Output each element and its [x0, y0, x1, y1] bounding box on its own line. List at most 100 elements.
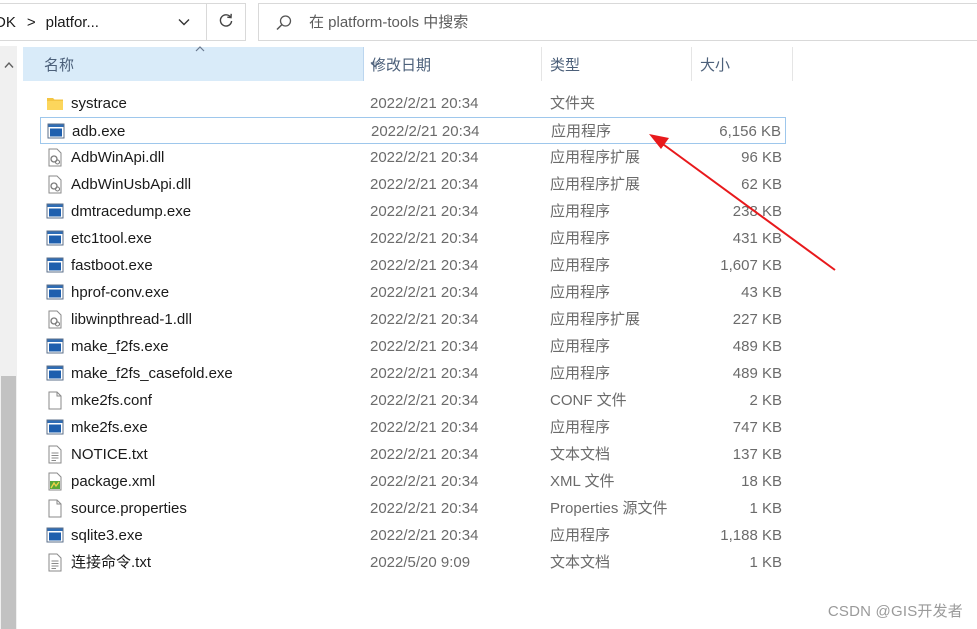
- file-modified-date: 2022/2/21 20:34: [370, 392, 479, 409]
- file-row[interactable]: adb.exe 2022/2/21 20:34 应用程序 6,156 KB: [40, 117, 786, 144]
- address-bar[interactable]: DK > platfor...: [0, 3, 206, 41]
- file-modified-date: 2022/2/21 20:34: [370, 284, 479, 301]
- dll-icon: [46, 310, 64, 329]
- watermark: CSDN @GIS开发者: [827, 603, 963, 620]
- exe-icon: [47, 122, 65, 141]
- file-name: libwinpthread-1.dll: [71, 311, 192, 328]
- file-modified-date: 2022/2/21 20:34: [370, 230, 479, 247]
- file-row[interactable]: libwinpthread-1.dll 2022/2/21 20:34 应用程序扩展…: [40, 306, 786, 333]
- file-type: 应用程序: [550, 257, 611, 274]
- search-box[interactable]: [258, 3, 977, 41]
- scrollbar-thumb[interactable]: [1, 376, 16, 629]
- column-header-label: 大小: [700, 56, 731, 74]
- column-header-date[interactable]: 修改日期: [363, 47, 542, 81]
- file-size: 489 KB: [732, 338, 782, 355]
- column-header-name[interactable]: 名称: [23, 46, 380, 81]
- file-name: dmtracedump.exe: [71, 203, 192, 220]
- breadcrumb-segment[interactable]: platfor...: [46, 14, 99, 31]
- file-row[interactable]: package.xml 2022/2/21 20:34 XML 文件 18 KB: [40, 468, 786, 495]
- column-header-label: 修改日期: [371, 56, 432, 74]
- file-type: 应用程序: [550, 230, 611, 247]
- xml-file-icon: [46, 472, 64, 491]
- file-name: package.xml: [71, 473, 156, 490]
- file-name: source.properties: [71, 500, 187, 517]
- file-modified-date: 2022/2/21 20:34: [370, 257, 479, 274]
- file-modified-date: 2022/2/21 20:34: [370, 95, 479, 112]
- file-type: 应用程序: [551, 123, 612, 140]
- file-modified-date: 2022/2/21 20:34: [370, 176, 479, 193]
- breadcrumb-segment[interactable]: DK: [0, 14, 16, 31]
- file-row[interactable]: make_f2fs_casefold.exe 2022/2/21 20:34 应用程…: [40, 360, 786, 387]
- file-type: 应用程序: [550, 419, 611, 436]
- file-name: hprof-conv.exe: [71, 284, 170, 301]
- column-header-size[interactable]: 大小: [693, 47, 793, 81]
- refresh-icon: [218, 12, 234, 32]
- file-type: CONF 文件: [550, 392, 627, 409]
- file-row[interactable]: AdbWinUsbApi.dll 2022/2/21 20:34 应用程序扩展 62 …: [40, 171, 786, 198]
- file-row[interactable]: fastboot.exe 2022/2/21 20:34 应用程序 1,607 KB: [40, 252, 786, 279]
- file-row[interactable]: AdbWinApi.dll 2022/2/21 20:34 应用程序扩展 96 KB: [40, 144, 786, 171]
- breadcrumb-separator[interactable]: >: [27, 14, 36, 31]
- file-row[interactable]: sqlite3.exe 2022/2/21 20:34 应用程序 1,188 KB: [40, 522, 786, 549]
- file-name: fastboot.exe: [71, 257, 153, 274]
- file-size: 62 KB: [741, 176, 782, 193]
- file-size: 1,188 KB: [720, 527, 782, 544]
- exe-icon: [46, 256, 64, 275]
- file-size: 6,156 KB: [719, 123, 781, 140]
- file-modified-date: 2022/2/21 20:34: [370, 446, 479, 463]
- file-modified-date: 2022/2/21 20:34: [370, 473, 479, 490]
- file-row[interactable]: hprof-conv.exe 2022/2/21 20:34 应用程序 43 KB: [40, 279, 786, 306]
- text-file-icon: [46, 553, 64, 572]
- file-name: AdbWinApi.dll: [71, 149, 165, 166]
- file-name: make_f2fs.exe: [71, 338, 169, 355]
- file-row[interactable]: etc1tool.exe 2022/2/21 20:34 应用程序 431 KB: [40, 225, 786, 252]
- file-modified-date: 2022/2/21 20:34: [370, 365, 479, 382]
- dll-icon: [46, 175, 64, 194]
- file-row[interactable]: mke2fs.exe 2022/2/21 20:34 应用程序 747 KB: [40, 414, 786, 441]
- exe-icon: [46, 229, 64, 248]
- file-size: 96 KB: [741, 149, 782, 166]
- file-row[interactable]: make_f2fs.exe 2022/2/21 20:34 应用程序 489 KB: [40, 333, 786, 360]
- file-row[interactable]: NOTICE.txt 2022/2/21 20:34 文本文档 137 KB: [40, 441, 786, 468]
- column-header-type[interactable]: 类型: [543, 47, 692, 81]
- file-size: 2 KB: [749, 392, 782, 409]
- file-modified-date: 2022/2/21 20:34: [370, 419, 479, 436]
- file-type: 应用程序扩展: [550, 311, 641, 328]
- file-name: 连接命令.txt: [71, 554, 152, 571]
- file-row[interactable]: dmtracedump.exe 2022/2/21 20:34 应用程序 238 KB: [40, 198, 786, 225]
- file-row[interactable]: 连接命令.txt 2022/5/20 9:09 文本文档 1 KB: [40, 549, 786, 576]
- file-type: 应用程序: [550, 365, 611, 382]
- file-type: 文本文档: [550, 446, 611, 463]
- file-size: 18 KB: [741, 473, 782, 490]
- file-modified-date: 2022/2/21 20:34: [370, 338, 479, 355]
- scroll-up-icon[interactable]: [4, 56, 14, 73]
- column-header-label: 名称: [44, 56, 75, 74]
- exe-icon: [46, 283, 64, 302]
- file-row[interactable]: systrace 2022/2/21 20:34 文件夹: [40, 90, 786, 117]
- file-name: mke2fs.exe: [71, 419, 148, 436]
- file-type: 文件夹: [550, 95, 596, 112]
- folder-icon: [46, 94, 64, 113]
- file-modified-date: 2022/2/21 20:34: [371, 123, 480, 140]
- file-type: 应用程序扩展: [550, 149, 641, 166]
- file-size: 747 KB: [732, 419, 782, 436]
- file-size: 137 KB: [732, 446, 782, 463]
- blank-file-icon: [46, 391, 64, 410]
- search-input[interactable]: [309, 4, 909, 40]
- file-type: 应用程序: [550, 203, 611, 220]
- exe-icon: [46, 418, 64, 437]
- exe-icon: [46, 202, 64, 221]
- refresh-button[interactable]: [206, 3, 246, 41]
- file-modified-date: 2022/2/21 20:34: [370, 311, 479, 328]
- file-modified-date: 2022/5/20 9:09: [370, 554, 471, 571]
- chevron-down-icon[interactable]: [177, 15, 191, 33]
- file-row[interactable]: mke2fs.conf 2022/2/21 20:34 CONF 文件 2 KB: [40, 387, 786, 414]
- file-row[interactable]: source.properties 2022/2/21 20:34 Properti…: [40, 495, 786, 522]
- file-name: etc1tool.exe: [71, 230, 152, 247]
- file-name: adb.exe: [72, 123, 126, 140]
- file-size: 1 KB: [749, 500, 782, 517]
- file-type: 应用程序扩展: [550, 176, 641, 193]
- search-icon: [275, 14, 293, 36]
- file-size: 43 KB: [741, 284, 782, 301]
- navigation-pane-scrollbar[interactable]: [0, 46, 17, 629]
